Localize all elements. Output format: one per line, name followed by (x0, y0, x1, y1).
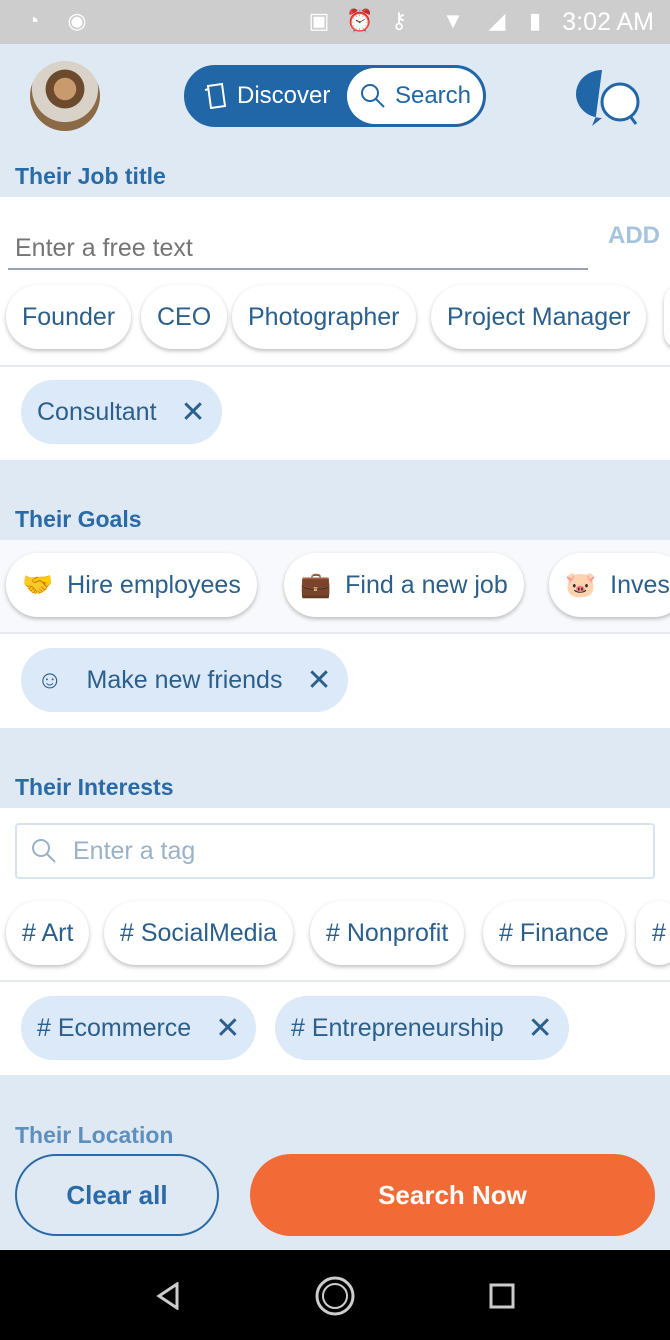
location-heading: Their Location (15, 1122, 174, 1148)
job-title-heading: Their Job title (15, 163, 166, 189)
piggy-bank-icon: 🐷 (565, 570, 597, 599)
job-suggestion-chip[interactable]: Photographer (232, 285, 416, 349)
search-icon (32, 839, 56, 863)
interest-chip[interactable]: # Finance (483, 901, 625, 965)
chip-label: Inves (610, 570, 670, 599)
tag-input[interactable]: Enter a tag (15, 823, 655, 879)
alarm-icon: ⏰ (346, 8, 374, 33)
selected-job-chip[interactable]: Consultant ✕ (21, 380, 222, 444)
avatar[interactable] (30, 61, 100, 131)
chip-label: # Ecommerce (37, 1013, 192, 1042)
back-icon[interactable] (155, 1282, 181, 1310)
selected-interest-chip[interactable]: # Entrepreneurship ✕ (275, 996, 569, 1060)
chip-label: # Entrepreneurship (291, 1013, 504, 1042)
remove-icon[interactable]: ✕ (181, 395, 206, 430)
discover-label: Discover (237, 82, 331, 109)
battery-icon: ▮ (528, 8, 542, 33)
chip-label: Make new friends (86, 665, 283, 694)
recents-icon[interactable] (489, 1283, 515, 1309)
handshake-icon: 🤝 (22, 570, 54, 599)
app-icon: ◉ (67, 8, 87, 33)
signal-icon: ◢ (488, 8, 506, 33)
job-suggestion-chip[interactable]: CEO (141, 285, 228, 349)
search-label: Search (394, 82, 472, 109)
interest-chip[interactable]: # Art (6, 901, 90, 965)
chat-icon[interactable] (574, 68, 642, 126)
selected-interest-chip[interactable]: # Ecommerce ✕ (21, 996, 257, 1060)
chip-label: Find a new job (345, 570, 508, 599)
job-suggestion-chip[interactable]: Project Manager (431, 285, 647, 349)
home-icon[interactable] (314, 1275, 356, 1317)
cards-icon (204, 82, 227, 110)
interest-chip[interactable]: # SocialMedia (104, 901, 294, 965)
wifi-icon: ▼ (442, 8, 464, 33)
status-bar: ◔ ◉ ▣ ⏰ ⚷ ▼ ◢ ▮ 3:02 AM (0, 0, 670, 44)
discover-tab[interactable]: Discover (203, 82, 330, 110)
goal-chip-hire[interactable]: 🤝 Hire employees (6, 553, 257, 617)
search-now-button[interactable]: Search Now (250, 1154, 655, 1236)
chip-label: Hire employees (67, 570, 241, 599)
job-suggestion-chip[interactable]: Founder (6, 285, 132, 349)
clock: 3:02 AM (562, 8, 654, 36)
search-tab[interactable]: Search (347, 68, 483, 124)
goal-chip-invest[interactable]: 🐷 Inves (549, 553, 670, 617)
tag-placeholder: Enter a tag (73, 836, 196, 865)
job-title-input[interactable] (15, 230, 585, 266)
chip-label: Consultant (37, 397, 157, 426)
remove-icon[interactable]: ✕ (215, 1011, 240, 1046)
sync-icon: ◔ (26, 8, 40, 33)
job-suggestion-chip-partial[interactable] (664, 285, 670, 349)
interest-chip[interactable]: # Nonprofit (310, 901, 465, 965)
input-underline (8, 268, 588, 270)
add-button[interactable]: ADD (608, 222, 660, 250)
selected-goal-chip[interactable]: ☺ Make new friends ✕ (21, 648, 348, 712)
briefcase-icon: 💼 (300, 570, 332, 599)
interest-chip[interactable]: # (636, 901, 670, 965)
friends-icon: ☺ (37, 665, 63, 694)
interests-heading: Their Interests (15, 774, 174, 800)
remove-icon[interactable]: ✕ (306, 663, 331, 698)
clear-all-button[interactable]: Clear all (15, 1154, 219, 1236)
search-icon (360, 84, 385, 108)
cast-icon: ▣ (308, 8, 330, 33)
goals-heading: Their Goals (15, 506, 142, 532)
remove-icon[interactable]: ✕ (528, 1011, 553, 1046)
navigation-bar (0, 1250, 670, 1340)
goal-chip-job[interactable]: 💼 Find a new job (284, 553, 524, 617)
vpn-key-icon: ⚷ (390, 8, 408, 33)
mode-toggle[interactable]: Discover Search (184, 65, 486, 127)
